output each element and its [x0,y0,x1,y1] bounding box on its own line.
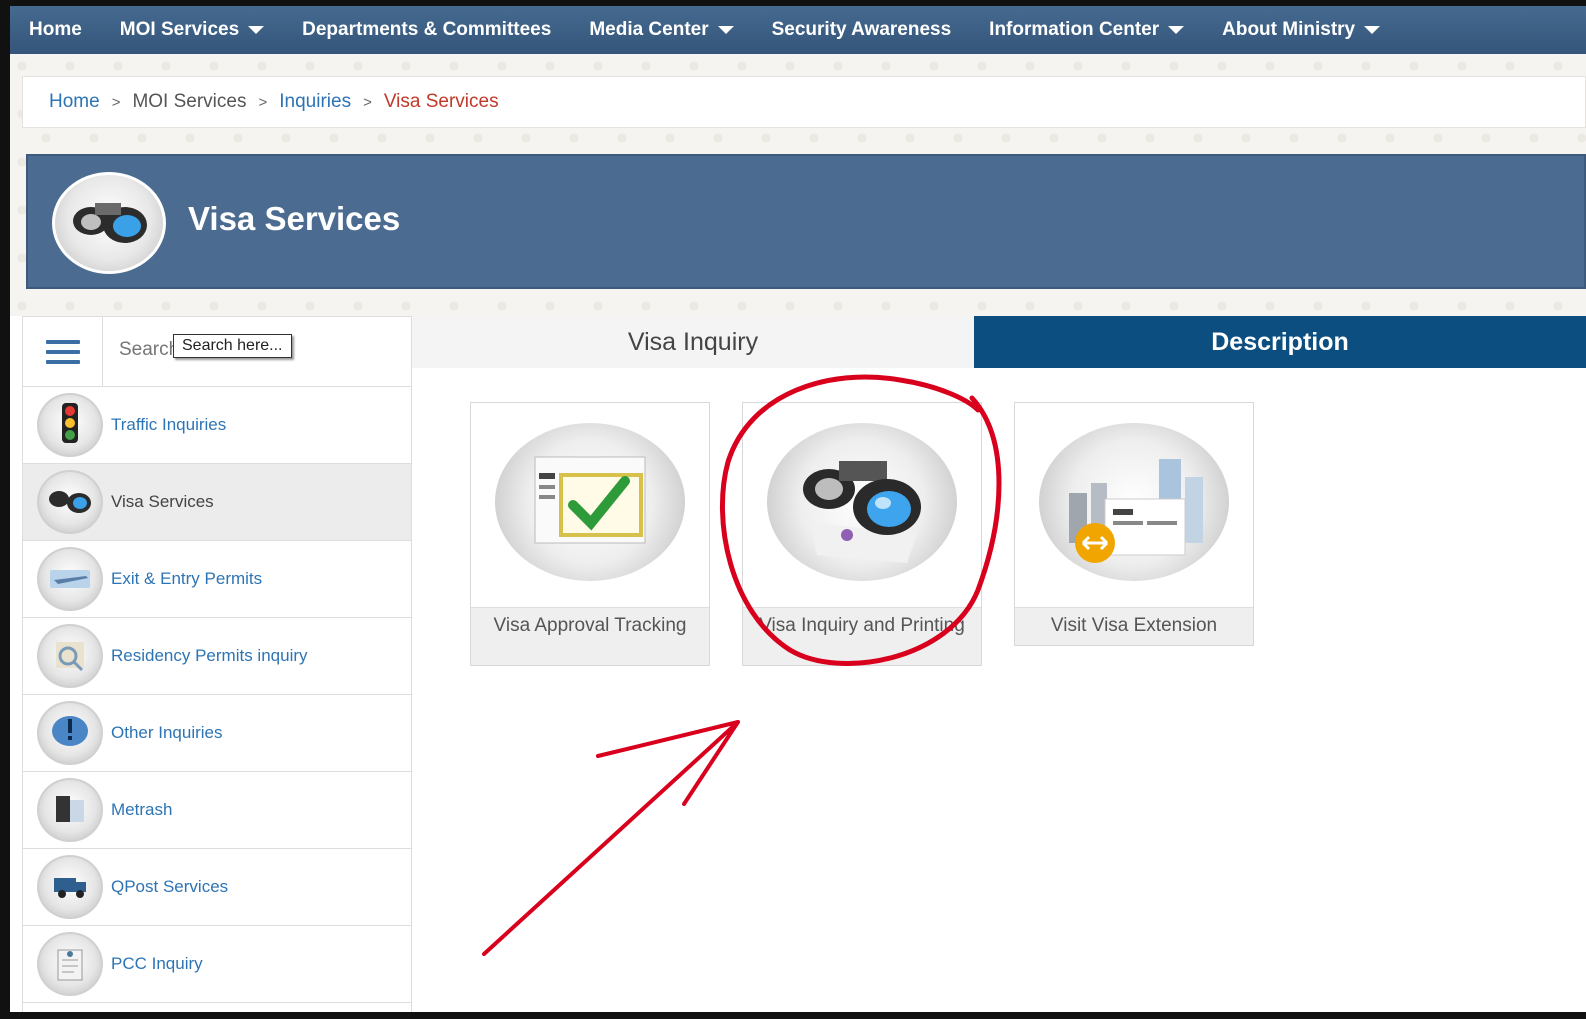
caret-down-icon [248,26,265,34]
breadcrumb-separator: > [111,93,121,111]
nav-item-security-awareness[interactable]: Security Awareness [753,6,971,54]
breadcrumb-inquiries[interactable]: Inquiries [279,91,351,113]
airplane-icon [37,547,103,611]
breadcrumb-moi-services: MOI Services [132,91,247,112]
annotation-arrow [482,720,740,956]
city-document-icon [1039,423,1229,581]
exclamation-icon [37,701,103,765]
caret-down-icon [1364,26,1381,34]
search-tooltip: Search here... [173,334,292,358]
certificate-icon [37,932,103,996]
sidebar-item-label: Exit & Entry Permits [111,569,263,588]
sidebar-item-label: Other Inquiries [111,723,223,742]
sidebar-item-label: QPost Services [111,877,229,896]
nav-item-about-ministry[interactable]: About Ministry [1203,6,1399,54]
breadcrumb-separator: > [363,93,372,111]
nav-item-moi-services[interactable]: MOI Services [101,6,283,54]
search-input[interactable] [119,335,179,365]
approval-checkmark-icon [495,423,685,581]
hamburger-menu-icon[interactable] [23,317,103,387]
traffic-light-icon [37,393,103,457]
tab-description[interactable]: Description [974,316,1586,368]
binoculars-icon [52,172,166,274]
nav-item-home[interactable]: Home [10,6,101,54]
sidebar-header: Search here... [23,317,411,387]
service-card-visit-visa-extension[interactable]: Visit Visa Extension [1014,402,1254,646]
service-card-visa-approval-tracking[interactable]: Visa Approval Tracking [470,402,710,666]
sidebar-item-label: Metrash [111,800,173,819]
breadcrumb-separator: > [258,93,268,111]
sidebar-item-metrash[interactable]: Metrash [23,772,411,849]
breadcrumb-current: Visa Services [383,91,499,112]
card-image [743,403,981,607]
sidebar-item-qpost-services[interactable]: QPost Services [23,849,411,926]
page-banner: Visa Services [26,154,1586,289]
service-card-visa-inquiry-printing[interactable]: Visa Inquiry and Printing [742,402,982,666]
breadcrumb-home[interactable]: Home [49,91,100,113]
card-image [1015,403,1253,607]
nav-item-departments[interactable]: Departments & Committees [283,6,570,54]
top-navigation: Home MOI Services Departments & Committe… [10,6,1586,54]
page-title: Visa Services [188,200,401,237]
magnifier-icon [37,624,103,688]
screenshot-border-left [0,0,10,1019]
delivery-truck-icon [37,855,103,919]
sidebar-item-label: Traffic Inquiries [111,415,227,434]
breadcrumb: Home > MOI Services > Inquiries > Visa S… [22,76,1586,128]
metrash-icon [37,778,103,842]
screenshot-border-bottom [0,1012,1586,1019]
nav-item-information-center[interactable]: Information Center [970,6,1203,54]
sidebar-item-label: Residency Permits inquiry [111,646,308,665]
binoculars-icon [37,470,103,534]
card-label: Visa Approval Tracking [471,607,709,665]
sidebar-item-traffic-inquiries[interactable]: Traffic Inquiries [23,387,411,464]
sidebar-item-label: Visa Services [111,492,214,511]
card-image [471,403,709,607]
card-label: Visa Inquiry and Printing [743,607,981,665]
sidebar-item-visa-services[interactable]: Visa Services [23,464,411,541]
sidebar-item-exit-entry-permits[interactable]: Exit & Entry Permits [23,541,411,618]
sidebar-item-other-inquiries[interactable]: Other Inquiries [23,695,411,772]
caret-down-icon [717,26,734,34]
caret-down-icon [1168,26,1185,34]
sidebar-item-residency-permits[interactable]: Residency Permits inquiry [23,618,411,695]
card-label: Visit Visa Extension [1015,607,1253,645]
nav-item-media-center[interactable]: Media Center [570,6,752,54]
sidebar: Search here... Traffic Inquiries Visa Se… [22,316,412,1019]
sidebar-item-pcc-inquiry[interactable]: PCC Inquiry [23,926,411,1003]
sidebar-item-label: PCC Inquiry [111,954,203,973]
tab-visa-inquiry[interactable]: Visa Inquiry [412,316,974,368]
binoculars-icon [767,423,957,581]
